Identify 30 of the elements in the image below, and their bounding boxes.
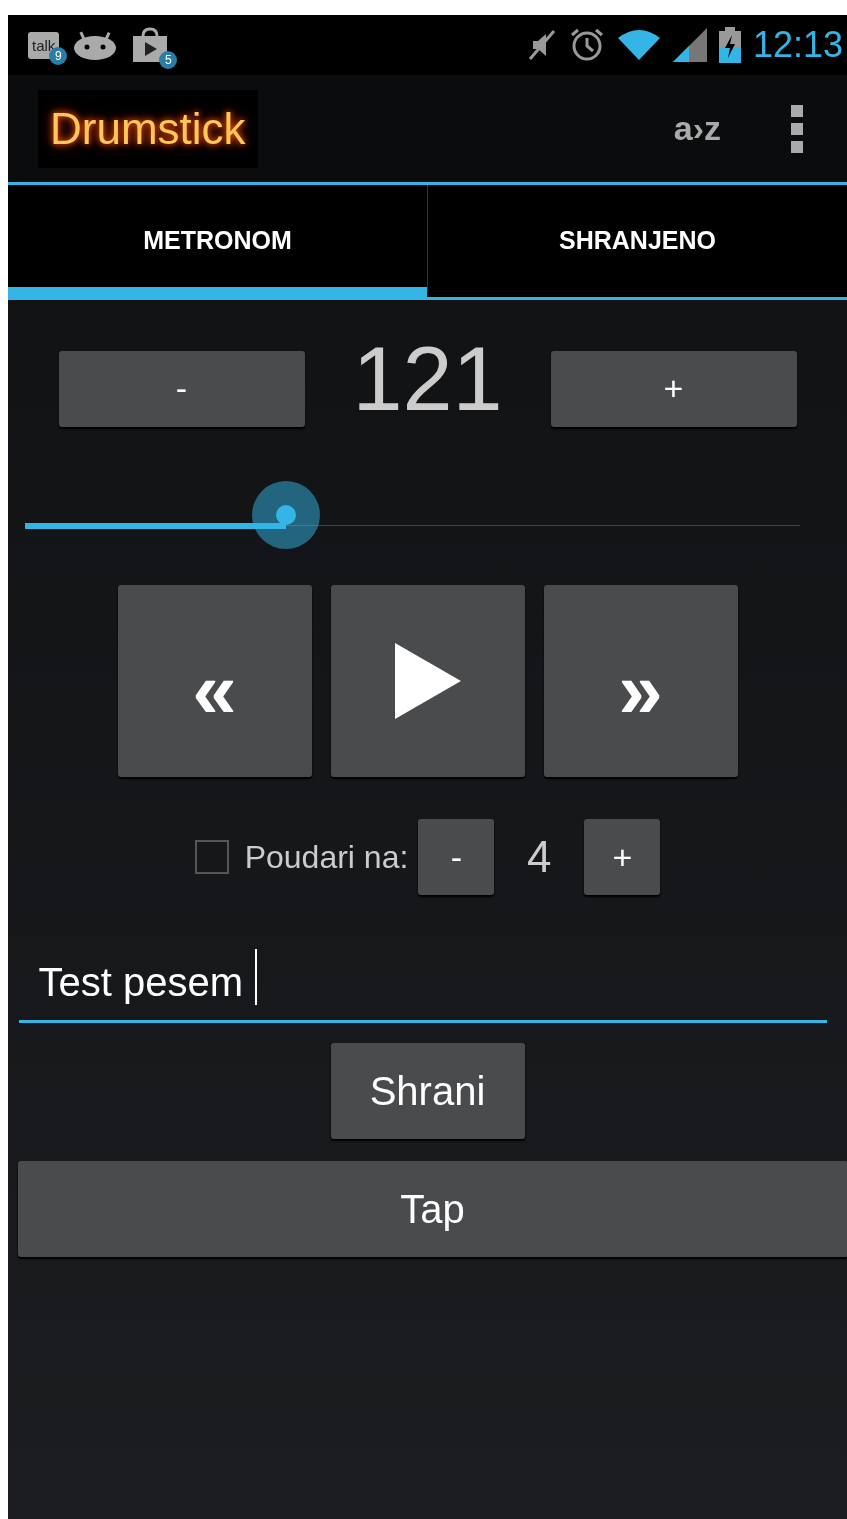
accent-label: Poudari na: <box>244 838 409 876</box>
text-cursor <box>254 949 257 1005</box>
battery-charging-icon <box>718 27 741 63</box>
checkbox[interactable] <box>194 840 229 874</box>
muted-speaker-icon <box>526 28 557 62</box>
play-icon <box>394 643 461 719</box>
alarm-clock-icon <box>568 27 605 63</box>
tab[interactable]: METRONOM <box>8 185 427 297</box>
rewind-button[interactable]: « <box>117 585 312 777</box>
increase-button[interactable]: + <box>584 819 661 895</box>
app-logo: Drumstick <box>50 103 246 153</box>
overflow-menu-icon[interactable] <box>791 104 803 153</box>
signal-icon <box>672 28 707 62</box>
shopping-bag-icon <box>131 27 170 63</box>
save-button[interactable]: Shrani <box>330 1043 525 1139</box>
robot-head-icon <box>73 30 118 60</box>
tab[interactable]: SHRANJENO <box>427 185 847 297</box>
tempo-value: 121 <box>351 328 504 431</box>
accent-value: 4 <box>526 832 553 882</box>
decrease-button[interactable]: - <box>418 819 495 895</box>
clock-time: 12:13 <box>752 24 843 66</box>
forward-button[interactable]: » <box>543 585 738 777</box>
wifi-icon <box>616 28 661 62</box>
sort-button[interactable]: a›z <box>673 109 721 148</box>
tap-button[interactable]: Tap <box>17 1161 847 1257</box>
decrease-button[interactable]: - <box>58 350 305 427</box>
song-name-field[interactable]: Test pesem <box>18 945 827 1023</box>
increase-button[interactable]: + <box>550 350 797 427</box>
notification-count: 5 <box>159 51 178 69</box>
play-button[interactable] <box>330 585 525 777</box>
